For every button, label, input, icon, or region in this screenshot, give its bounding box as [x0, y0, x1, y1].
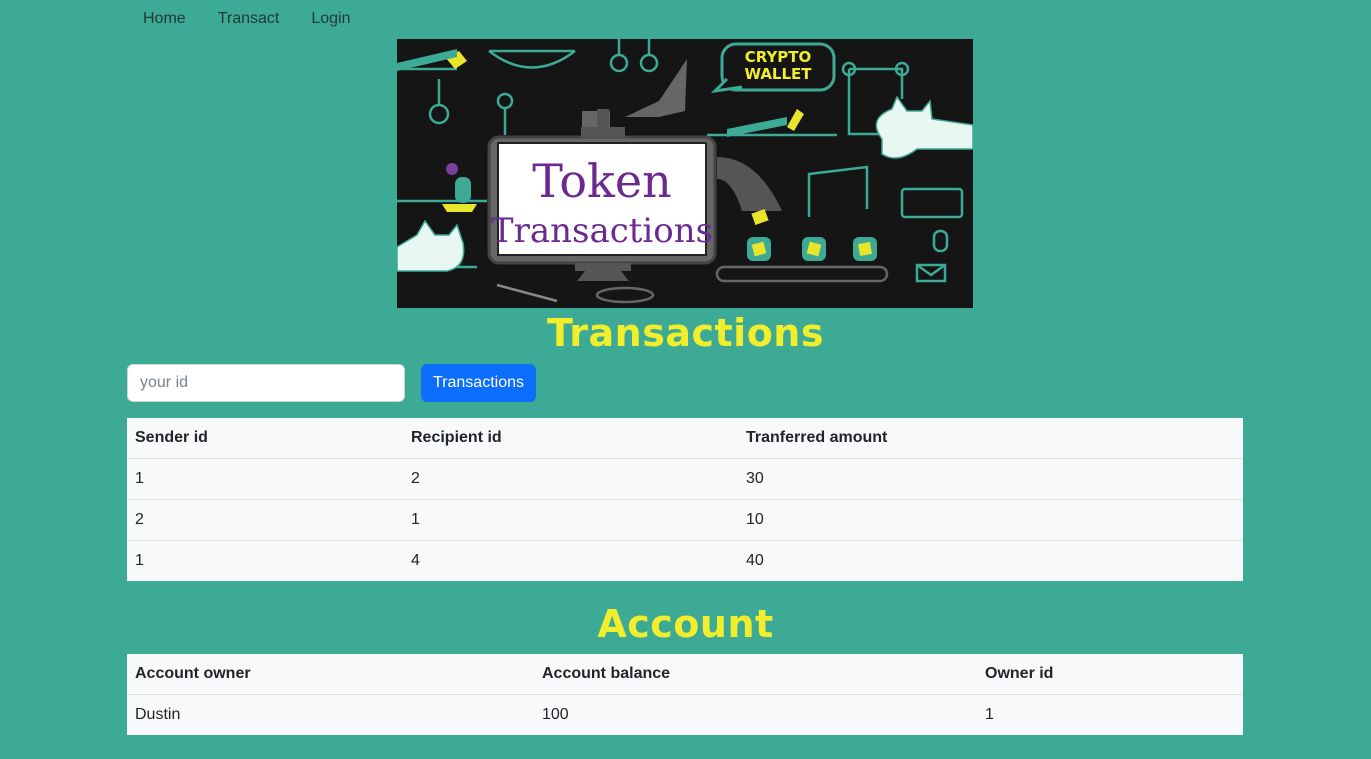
table-row: Dustin 100 1: [127, 695, 1243, 736]
banner-title-line2: Transactions: [491, 211, 713, 251]
owner-id-cell: 1: [985, 706, 994, 723]
amount-cell: 40: [746, 552, 764, 569]
banner-title-line1: Token: [532, 154, 672, 208]
transactions-button[interactable]: Transactions: [421, 364, 536, 402]
sender-id-cell: 1: [135, 552, 144, 569]
sender-id-cell: 1: [127, 458, 403, 500]
table-row: 1 2 30: [127, 458, 1243, 500]
token-transactions-banner: CRYPTO WALLET Token Transactions: [397, 39, 973, 308]
bubble-text-line2: WALLET: [744, 65, 812, 83]
table-header-row: Account owner Account balance Owner id: [127, 654, 1243, 695]
column-header: Owner id: [977, 654, 1243, 695]
table-header-row: Sender id Recipient id Tranferred amount: [127, 418, 1243, 459]
recipient-id-cell: 1: [403, 499, 738, 541]
account-heading: Account: [597, 602, 774, 646]
recipient-id-cell: 4: [411, 552, 420, 569]
top-nav: Home Transact Login: [127, 0, 367, 38]
table-row: 1 4 40: [127, 541, 1243, 582]
amount-cell: 10: [738, 499, 1243, 541]
column-header: Recipient id: [403, 418, 738, 459]
recipient-id-cell: 2: [403, 458, 738, 500]
column-header: Sender id: [127, 418, 403, 459]
transaction-search-form: Transactions: [127, 364, 536, 402]
column-header: Tranferred amount: [738, 418, 1243, 459]
table-row: 2 1 10: [127, 499, 1243, 541]
account-owner-cell: Dustin: [135, 706, 181, 723]
column-header: Account balance: [534, 654, 977, 695]
amount-cell: 30: [738, 458, 1243, 500]
banner-illustration: CRYPTO WALLET Token Transactions: [397, 39, 973, 304]
nav-transact-link[interactable]: Transact: [202, 0, 296, 38]
bubble-text-line1: CRYPTO: [745, 48, 812, 66]
nav-home-link[interactable]: Home: [127, 0, 202, 38]
account-balance-cell: 100: [542, 706, 569, 723]
account-table: Account owner Account balance Owner id D…: [127, 654, 1243, 735]
transactions-table: Sender id Recipient id Tranferred amount…: [127, 418, 1243, 581]
user-id-input[interactable]: [127, 364, 405, 402]
transactions-heading: Transactions: [547, 311, 824, 355]
sender-id-cell: 2: [127, 499, 403, 541]
nav-login-link[interactable]: Login: [295, 0, 366, 38]
column-header: Account owner: [127, 654, 534, 695]
